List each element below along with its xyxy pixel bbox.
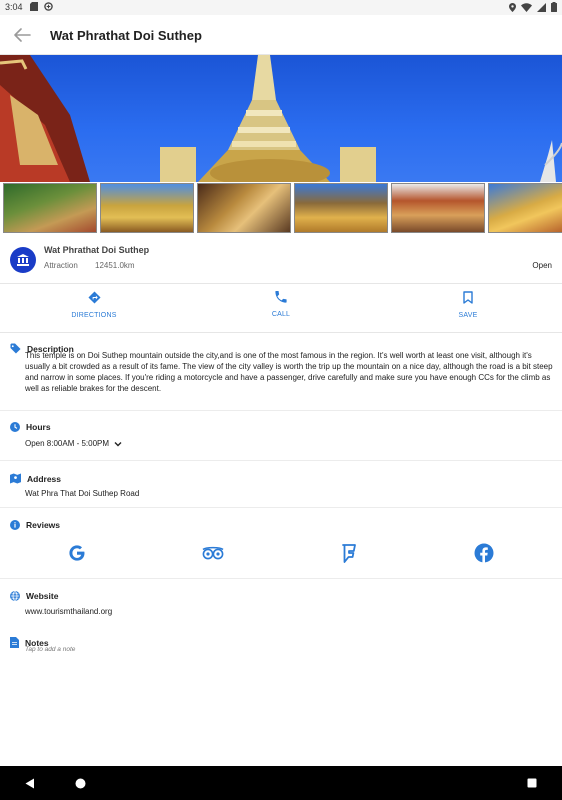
save-button[interactable]: SAVE — [423, 291, 513, 329]
sync-icon — [44, 2, 53, 11]
thumbnail[interactable] — [391, 183, 485, 233]
temple-icon — [17, 254, 29, 266]
save-label: SAVE — [458, 312, 478, 319]
place-name: Wat Phrathat Doi Suthep — [44, 245, 150, 255]
thumbnail[interactable] — [100, 183, 194, 233]
website-title: Website — [26, 591, 59, 601]
status-left-icons — [30, 2, 53, 11]
hours-value: Open 8:00AM - 5:00PM — [25, 439, 110, 448]
temple-photo — [0, 55, 562, 182]
thumbnail-strip — [0, 182, 562, 235]
google-review-button[interactable] — [65, 541, 89, 565]
clock-icon — [10, 422, 20, 432]
thumbnail[interactable] — [294, 183, 388, 233]
address-header: Address — [10, 473, 61, 484]
website-header: Website — [10, 591, 58, 601]
place-type: Attraction — [44, 261, 78, 270]
google-icon — [69, 545, 85, 561]
arrow-back-icon — [14, 28, 31, 42]
foursquare-icon — [342, 543, 356, 563]
nav-recents-icon — [527, 778, 537, 788]
address-value[interactable]: Wat Phra That Doi Suthep Road — [25, 488, 139, 499]
globe-icon — [10, 591, 20, 601]
hours-header: Hours — [10, 422, 51, 432]
system-nav-bar — [0, 766, 562, 800]
tag-icon — [10, 343, 21, 354]
hours-dropdown[interactable]: Open 8:00AM - 5:00PM — [25, 439, 122, 448]
chevron-down-icon — [114, 441, 122, 446]
address-section: Address Wat Phra That Doi Suthep Road — [0, 462, 562, 508]
battery-icon — [551, 2, 557, 12]
thumbnail[interactable] — [197, 183, 291, 233]
info-icon — [10, 520, 20, 530]
facebook-review-button[interactable] — [472, 541, 496, 565]
reviews-title: Reviews — [26, 520, 61, 530]
place-distance: 12451.0km — [95, 261, 135, 270]
call-label: CALL — [271, 311, 291, 318]
nav-home-button[interactable] — [72, 775, 88, 791]
tripadvisor-review-button[interactable] — [201, 541, 225, 565]
place-logo — [10, 247, 36, 273]
thumbnail[interactable] — [488, 183, 562, 233]
signal-icon — [537, 2, 546, 12]
nav-recents-button[interactable] — [524, 775, 540, 791]
nav-back-icon — [25, 778, 34, 788]
description-text: This temple is on Doi Suthep mountain ou… — [25, 351, 553, 393]
add-note-field[interactable]: Tap to add a note — [25, 646, 75, 653]
app-bar: Wat Phrathat Doi Suthep — [0, 15, 562, 55]
website-section: Website www.tourismthailand.org — [0, 580, 562, 626]
status-right-icons — [509, 2, 557, 12]
tripadvisor-icon — [202, 546, 224, 560]
page-title: Wat Phrathat Doi Suthep — [50, 28, 202, 43]
notes-section: Notes Tap to add a note — [0, 627, 562, 669]
directions-icon — [87, 291, 101, 304]
website-link[interactable]: www.tourismthailand.org — [25, 606, 112, 617]
action-bar: DIRECTIONS CALL SAVE — [0, 285, 562, 333]
place-info: Wat Phrathat Doi Suthep Attraction 12451… — [0, 236, 562, 284]
wifi-icon — [521, 2, 532, 12]
sd-card-icon — [30, 2, 38, 11]
note-icon — [10, 637, 19, 648]
hours-section: Hours Open 8:00AM - 5:00PM — [0, 412, 562, 461]
open-status: Open — [532, 261, 552, 270]
address-title: Address — [27, 473, 62, 484]
facebook-icon — [474, 543, 494, 563]
hero-image[interactable] — [0, 55, 562, 182]
description-section: Description This temple is on Doi Suthep… — [0, 334, 562, 411]
nav-back-button[interactable] — [22, 775, 38, 791]
reviews-section: Reviews — [0, 509, 562, 579]
status-time: 3:04 — [5, 2, 23, 12]
reviews-header: Reviews — [10, 520, 60, 530]
status-bar: 3:04 — [0, 0, 562, 15]
foursquare-review-button[interactable] — [337, 541, 361, 565]
directions-button[interactable]: DIRECTIONS — [49, 291, 139, 329]
review-providers — [0, 541, 562, 565]
location-icon — [509, 2, 516, 12]
phone-icon — [275, 291, 287, 303]
hours-title: Hours — [26, 422, 51, 432]
bookmark-icon — [463, 291, 473, 304]
call-button[interactable]: CALL — [236, 291, 326, 329]
thumbnail[interactable] — [3, 183, 97, 233]
map-icon — [10, 473, 21, 484]
directions-label: DIRECTIONS — [71, 312, 117, 319]
nav-home-icon — [75, 778, 85, 788]
back-button[interactable] — [10, 23, 34, 47]
